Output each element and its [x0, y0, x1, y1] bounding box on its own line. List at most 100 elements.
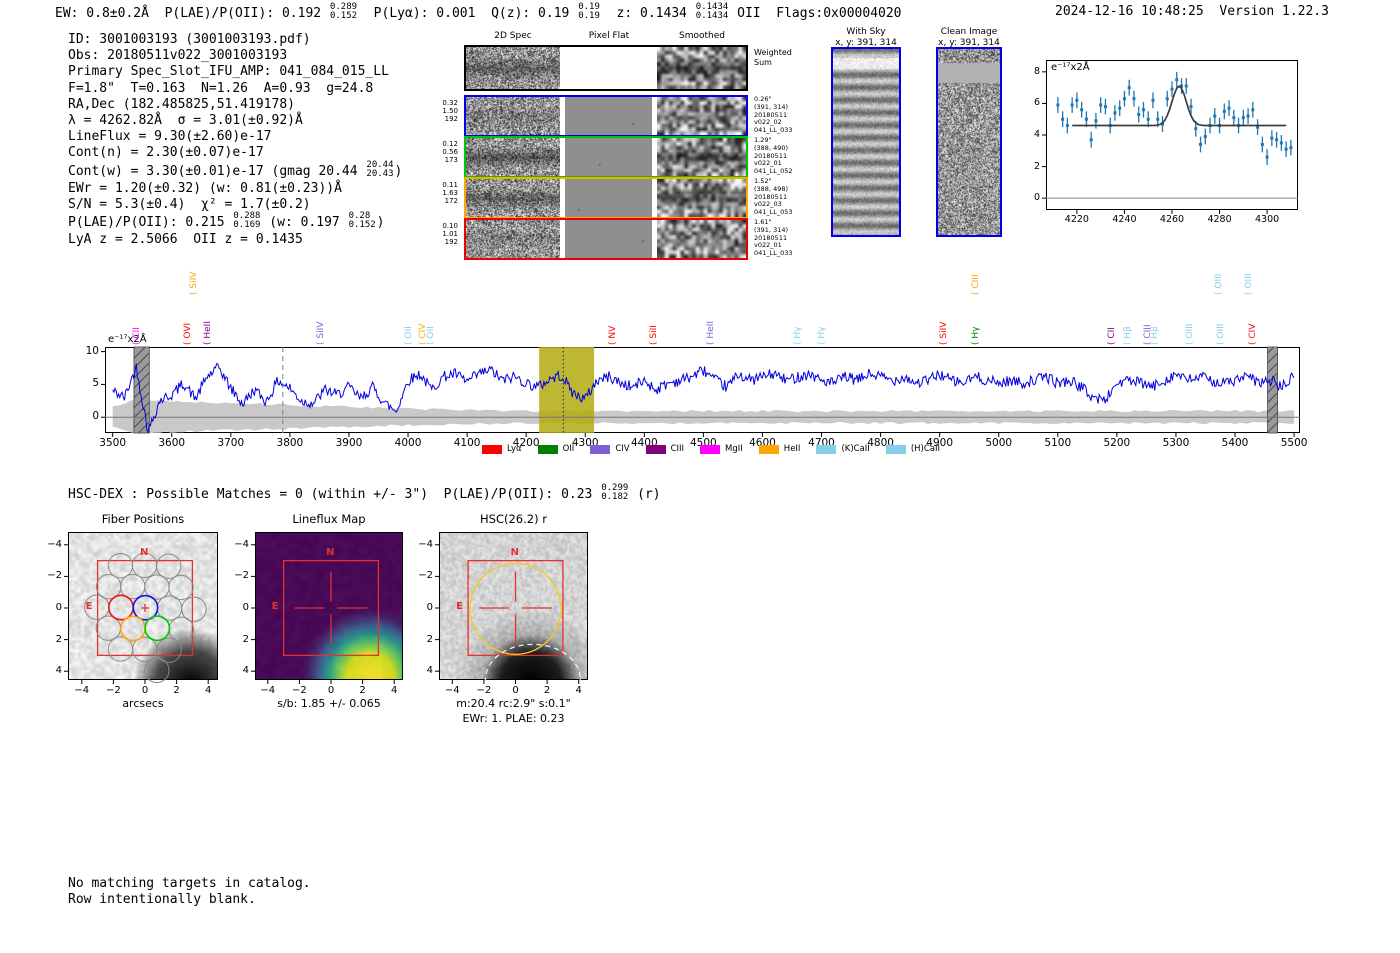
data-point: [1289, 146, 1293, 150]
clean-image-frame: [936, 47, 1002, 237]
spec2d-cell-image: [466, 97, 560, 135]
info-line: ID: 3001003193 (3001003193.pdf): [68, 32, 311, 47]
x-tick-label: 5400: [1221, 437, 1249, 449]
emission-line-label: ( CIV: [417, 323, 428, 345]
x-tick-label: 5100: [1044, 437, 1072, 449]
spec2d-row-left-labels: 0.32 1.50 192: [442, 99, 458, 124]
data-point: [1084, 117, 1088, 121]
x-tick-label: −2: [106, 685, 121, 696]
emission-line-label: ( CII: [1106, 327, 1117, 345]
data-point: [1175, 78, 1179, 82]
legend-item: (K)CaII: [816, 444, 870, 454]
data-point: [1146, 117, 1150, 121]
spec2d-row-left-labels: 0.12 0.56 173: [442, 140, 458, 165]
compass-north-label: N: [140, 546, 149, 558]
x-tick-label: 2: [359, 685, 366, 696]
emission-line-label: ( CIV: [1248, 323, 1259, 345]
x-tick-label: 4: [205, 685, 212, 696]
spec2d-row-right-labels: 1.52" (388, 498) 20180511 v022_03 041_LL_053: [754, 177, 793, 217]
with-sky-image-frame: [831, 47, 901, 237]
spec2d-row-right-labels: 0.26" (391, 314) 20180511 v022_02 041_LL_033: [754, 95, 793, 135]
error-band: [112, 399, 1295, 433]
x-tick-label: 2: [543, 685, 551, 696]
y-tick-label: 2: [1033, 160, 1040, 172]
compass-north-label: N: [510, 546, 519, 558]
compass-east-label: E: [85, 601, 93, 612]
y-tick-label: 4: [242, 665, 249, 677]
center-cross-marker: [141, 604, 149, 612]
spec2d-row-left-labels: 0.11 1.63 172: [442, 181, 458, 206]
info-line: LineFlux = 9.30(±2.60)e-17: [68, 129, 272, 145]
legend-label: (K)CaII: [841, 444, 870, 454]
emission-line-label: ( Hγ: [971, 326, 982, 345]
emission-line-label: ( Hβ: [1123, 326, 1134, 345]
legend-item: CIV: [590, 444, 630, 454]
x-tick-label: 2: [173, 685, 180, 696]
x-tick-label: 4000: [394, 437, 422, 449]
data-point: [1056, 103, 1060, 107]
full-spectrum-plot: [101, 346, 1300, 437]
clean-image-title: Clean Image x, y: 391, 314: [938, 27, 1000, 48]
data-point: [1061, 117, 1065, 121]
spec2d-row: [464, 177, 748, 219]
x-tick-label: −2: [476, 685, 492, 696]
fiber-circle: [107, 552, 134, 579]
hsc-dex-match-line: HSC-DEX : Possible Matches = 0 (within +…: [68, 483, 661, 503]
info-line: LyA z = 2.5066 OII z = 0.1435: [68, 231, 303, 247]
legend-label: Lyα: [507, 444, 522, 454]
legend-item: MgII: [700, 444, 743, 454]
lineflux-map-title: Lineflux Map: [292, 512, 366, 526]
data-point: [1094, 119, 1098, 123]
x-tick-label: 0: [141, 685, 149, 696]
data-point: [1213, 114, 1217, 118]
data-point: [1113, 111, 1117, 115]
y-tick-label: 5: [92, 377, 99, 390]
legend-item: OII: [537, 444, 574, 454]
spec2d-row-right-labels: 1.29" (388, 490) 20180511 v022_01 041_LL_052: [754, 136, 793, 176]
data-point: [1241, 116, 1245, 120]
x-tick-label: −2: [292, 685, 307, 696]
legend-label: MgII: [725, 444, 743, 454]
emission-line-label: ( OII: [403, 326, 414, 345]
y-tick-label: 2: [242, 633, 249, 645]
spec2d-cell-image: [565, 179, 652, 217]
spectrum-legend: Lyα OII CIV CIII MgII HeII (K)CaII (H)CaII: [482, 444, 940, 454]
info-line: λ = 4262.82Å σ = 3.01(±0.92)Å: [68, 113, 303, 129]
legend-swatch: [537, 444, 558, 454]
report-header-summary: EW: 0.8±0.2Å P(LAE)/P(OII): 0.192 0.289 0…: [55, 2, 902, 22]
spec2d-cell-image: [565, 138, 652, 176]
spec2d-row: [464, 218, 748, 260]
with-sky-image: [833, 49, 899, 235]
emission-line-label: ( SiIV: [939, 321, 950, 345]
data-point: [1189, 105, 1193, 109]
data-point: [1127, 86, 1131, 90]
data-point: [1118, 106, 1122, 110]
emission-line-label: ( OIII: [1215, 323, 1226, 345]
info-line: RA,Dec (182.485825,51.419178): [68, 96, 295, 112]
emission-line-label: ( HeII: [202, 321, 213, 345]
emission-line-label: ( CIII: [970, 274, 981, 295]
y-tick-label: 2: [55, 633, 62, 645]
spec2d-cell-image: [466, 138, 560, 176]
legend-swatch: [645, 444, 666, 454]
weighted-sum-label: Weighted Sum: [754, 48, 792, 67]
y-tick-label: −2: [47, 570, 62, 582]
emission-line-label: ( OVI: [183, 322, 194, 345]
x-tick-label: 4240: [1112, 214, 1137, 225]
legend-label: HeII: [783, 444, 801, 454]
y-tick-label: 0: [55, 602, 62, 613]
spec2d-cell-image: [657, 179, 746, 217]
x-tick-label: 5200: [1103, 437, 1131, 449]
y-tick-label: 8: [1033, 65, 1040, 77]
emission-line-label: ( HeII: [705, 321, 716, 345]
legend-label: CIII: [670, 444, 685, 454]
compass-north-label: N: [326, 546, 335, 558]
x-tick-label: 0: [327, 685, 335, 696]
highlight-band: [539, 347, 595, 433]
timestamp: 2024-12-16 10:48:25: [1055, 4, 1204, 19]
x-tick-label: 3900: [335, 437, 363, 449]
emission-line-label: ( SiIV: [189, 271, 200, 295]
y-tick-label: −2: [418, 570, 433, 582]
fiber-positions-xlabel: arcsecs: [122, 697, 164, 710]
masked-region-band: [1267, 346, 1278, 434]
